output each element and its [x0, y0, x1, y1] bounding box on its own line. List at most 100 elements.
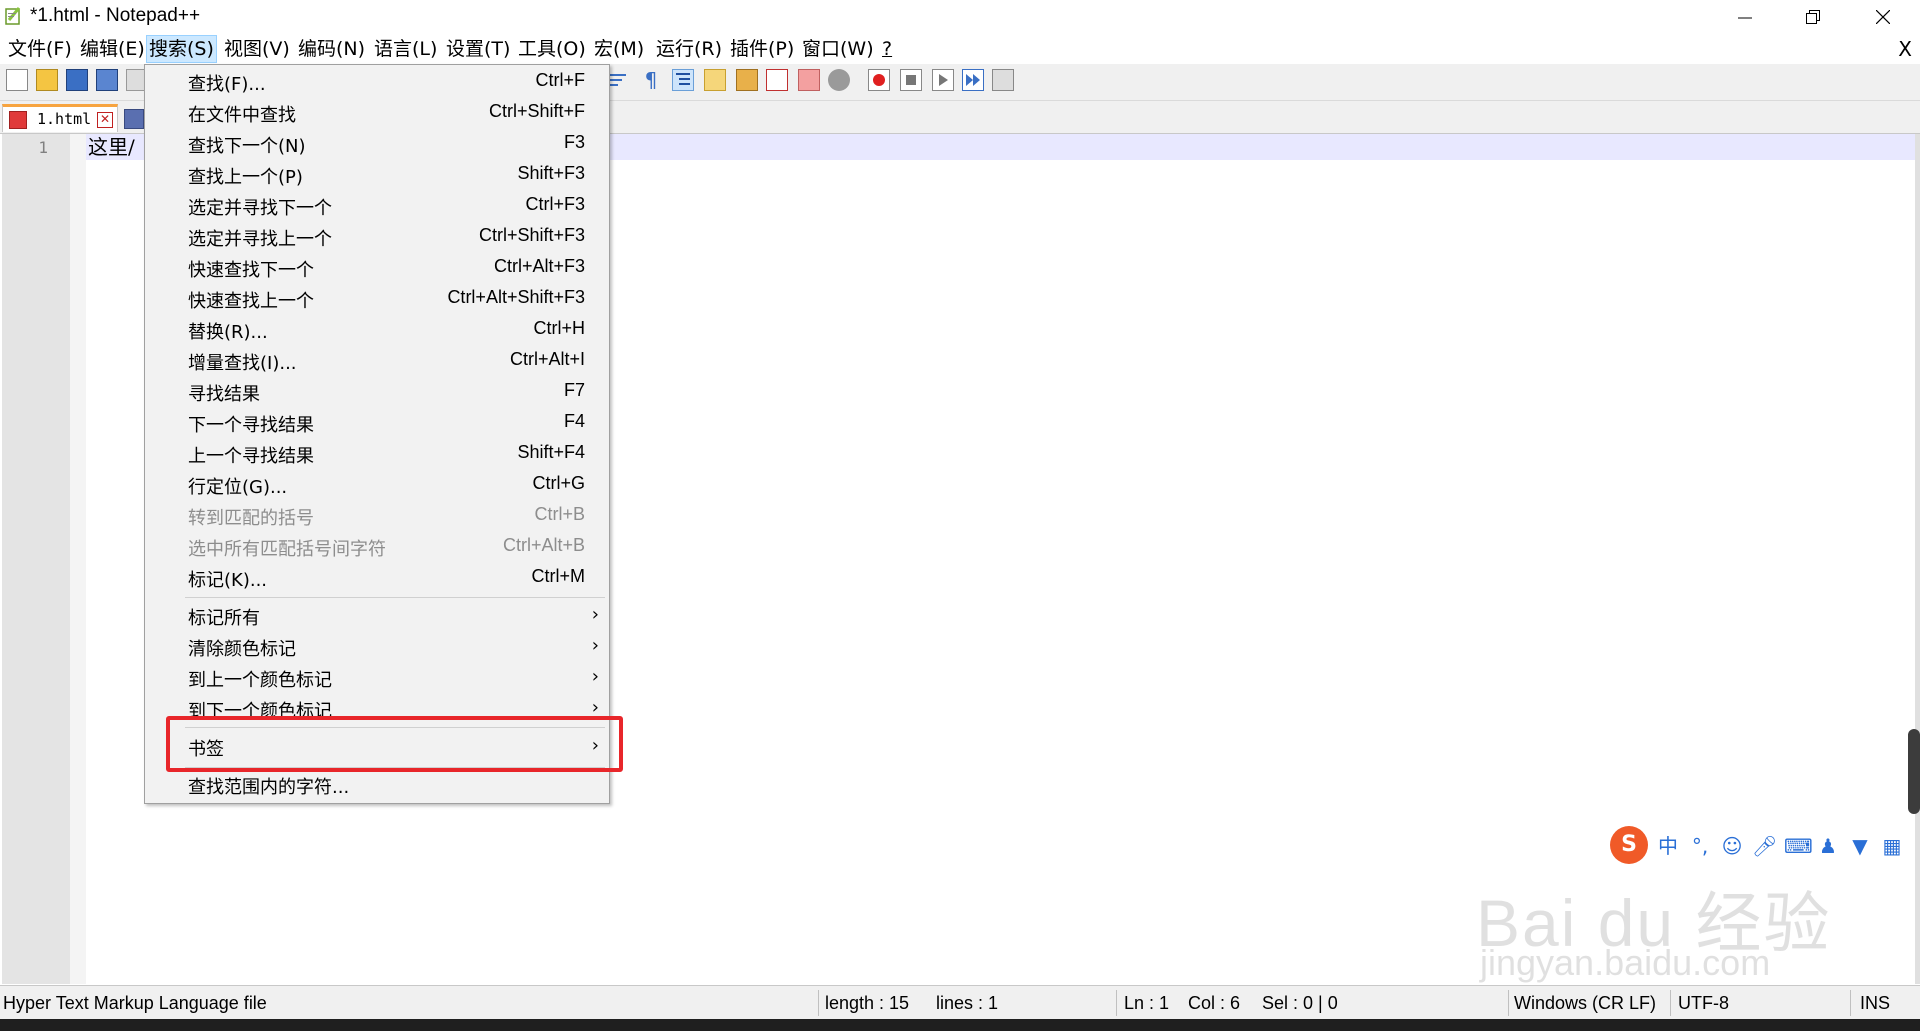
close-document-button[interactable]: X	[1898, 36, 1912, 62]
menu-file[interactable]: 文件(F)	[6, 36, 74, 62]
menu-item-search-results[interactable]: 寻找结果 F7	[145, 377, 609, 407]
save-macro-button[interactable]	[992, 69, 1014, 91]
menu-plugins[interactable]: 插件(P)	[728, 36, 796, 62]
taskbar-edge	[0, 1019, 1920, 1031]
doc-map-icon[interactable]	[704, 69, 726, 91]
menu-item-goto-line[interactable]: 行定位(G)... Ctrl+G	[145, 470, 609, 500]
folder-workspace-icon[interactable]	[766, 69, 788, 91]
ime-punctuation-toggle[interactable]: °,	[1688, 834, 1712, 858]
title-bar: *1.html - Notepad++	[0, 0, 1920, 34]
restore-icon	[1806, 10, 1820, 24]
save-icon[interactable]	[66, 69, 88, 91]
scrollbar-thumb[interactable]	[1908, 729, 1920, 814]
window-title: *1.html - Notepad++	[30, 5, 201, 26]
status-encoding[interactable]: UTF-8	[1678, 993, 1729, 1014]
menu-macro[interactable]: 宏(M)	[592, 36, 646, 62]
stop-macro-button[interactable]	[900, 69, 922, 91]
submenu-arrow-icon: ›	[591, 697, 599, 718]
menu-window[interactable]: 窗口(W)	[800, 36, 876, 62]
baidu-jingyan-watermark: Bai du 经验 jingyan.baidu.com	[1470, 870, 1890, 990]
menu-item-previous-search-result[interactable]: 上一个寻找结果 Shift+F4	[145, 439, 609, 469]
fold-margin	[70, 134, 86, 984]
tab-label: 1.html	[37, 110, 92, 128]
menu-item-previous-style[interactable]: 到上一个颜色标记 ›	[145, 663, 609, 693]
skin-icon[interactable]: ▼	[1848, 834, 1872, 858]
cloud-icon[interactable]	[828, 69, 850, 91]
keyboard-icon[interactable]: ⌨	[1784, 834, 1813, 858]
monitoring-icon[interactable]	[798, 69, 820, 91]
emoji-icon[interactable]: ☺	[1720, 834, 1744, 858]
saved-file-icon[interactable]	[124, 109, 144, 129]
open-folder-icon[interactable]	[36, 69, 58, 91]
menu-item-volatile-find-previous[interactable]: 快速查找上一个 Ctrl+Alt+Shift+F3	[145, 284, 609, 314]
tab-close-icon[interactable]: ✕	[97, 112, 113, 128]
watermark-url: jingyan.baidu.com	[1480, 942, 1771, 983]
indent-guide-icon[interactable]	[672, 69, 694, 91]
status-bar: Hyper Text Markup Language file length :…	[0, 985, 1920, 1020]
menu-search[interactable]: 搜索(S)	[146, 35, 217, 63]
search-menu-dropdown: 查找(F)... Ctrl+F 在文件中查找 Ctrl+Shift+F 查找下一个(…	[144, 64, 610, 804]
status-line-number[interactable]: Ln : 1	[1124, 993, 1169, 1014]
bookmark-highlight-annotation	[166, 716, 623, 772]
menu-help[interactable]: ?	[880, 36, 894, 62]
play-macro-button[interactable]	[932, 69, 954, 91]
line-number: 1	[38, 138, 48, 157]
status-eol-format[interactable]: Windows (CR LF)	[1514, 993, 1656, 1014]
menu-item-mark-all[interactable]: 标记所有 ›	[145, 601, 609, 631]
menu-item-select-find-previous[interactable]: 选定并寻找上一个 Ctrl+Shift+F3	[145, 222, 609, 252]
record-macro-button[interactable]	[868, 69, 890, 91]
menu-view[interactable]: 视图(V)	[222, 36, 292, 62]
menu-run[interactable]: 运行(R)	[654, 36, 724, 62]
sogou-logo-icon[interactable]: S	[1610, 826, 1648, 864]
menu-language[interactable]: 语言(L)	[372, 36, 439, 62]
menu-item-find-previous[interactable]: 查找上一个(P) Shift+F3	[145, 160, 609, 190]
run-macro-multiple-button[interactable]	[962, 69, 984, 91]
menu-item-goto-matching-brace: 转到匹配的括号 Ctrl+B	[188, 504, 585, 529]
menu-separator	[185, 597, 605, 598]
tab-1-html[interactable]: 1.html ✕	[2, 104, 118, 132]
close-icon	[1876, 10, 1890, 24]
status-separator	[1850, 990, 1851, 1016]
status-selection[interactable]: Sel : 0 | 0	[1262, 993, 1338, 1014]
menu-item-incremental-search[interactable]: 增量查找(I)... Ctrl+Alt+I	[145, 346, 609, 376]
submenu-arrow-icon: ›	[591, 666, 599, 687]
toolbox-grid-icon[interactable]: ▦	[1880, 834, 1904, 858]
function-list-icon[interactable]	[736, 69, 758, 91]
menu-encoding[interactable]: 编码(N)	[296, 36, 367, 62]
unsaved-file-icon	[9, 111, 27, 129]
menu-edit[interactable]: 编辑(E)	[78, 36, 147, 62]
show-all-chars-icon[interactable]: ¶	[640, 69, 662, 91]
menu-item-find[interactable]: 查找(F)... Ctrl+F	[145, 67, 609, 97]
menu-tools[interactable]: 工具(O)	[516, 36, 588, 62]
status-separator	[818, 990, 819, 1016]
save-all-icon[interactable]	[96, 69, 118, 91]
restore-button[interactable]	[1778, 0, 1848, 34]
microphone-icon[interactable]: 🎤︎	[1752, 834, 1777, 858]
menu-item-volatile-find-next[interactable]: 快速查找下一个 Ctrl+Alt+F3	[145, 253, 609, 283]
minimize-icon	[1738, 17, 1752, 19]
word-wrap-icon[interactable]	[608, 69, 630, 91]
status-separator	[1508, 990, 1509, 1016]
menu-item-find-in-files[interactable]: 在文件中查找 Ctrl+Shift+F	[145, 98, 609, 128]
close-window-button[interactable]	[1848, 0, 1918, 34]
status-lines: lines : 1	[936, 993, 999, 1013]
new-file-icon[interactable]	[6, 69, 28, 91]
menu-settings[interactable]: 设置(T)	[444, 36, 512, 62]
status-column[interactable]: Col : 6	[1188, 993, 1240, 1014]
menu-item-mark[interactable]: 标记(K)... Ctrl+M	[145, 563, 609, 593]
status-separator	[1116, 990, 1117, 1016]
menu-item-next-search-result[interactable]: 下一个寻找结果 F4	[145, 408, 609, 438]
menu-item-select-between-braces: 选中所有匹配括号间字符 Ctrl+Alt+B	[188, 535, 585, 560]
menu-item-find-next[interactable]: 查找下一个(N) F3	[145, 129, 609, 159]
menu-item-clear-style[interactable]: 清除颜色标记 ›	[145, 632, 609, 662]
notepadpp-app-icon	[4, 6, 24, 26]
menu-item-select-find-next[interactable]: 选定并寻找下一个 Ctrl+F3	[145, 191, 609, 221]
editor-text[interactable]: 这里/	[88, 134, 135, 160]
minimize-button[interactable]	[1710, 0, 1780, 34]
menu-item-replace[interactable]: 替换(R)... Ctrl+H	[145, 315, 609, 345]
ime-language-toggle[interactable]: 中	[1656, 834, 1680, 858]
status-insert-mode[interactable]: INS	[1860, 993, 1890, 1014]
submenu-arrow-icon: ›	[591, 604, 599, 625]
user-icon[interactable]: ♟	[1816, 834, 1840, 858]
menu-item-find-chars-in-range[interactable]: 查找范围内的字符...	[145, 770, 609, 800]
